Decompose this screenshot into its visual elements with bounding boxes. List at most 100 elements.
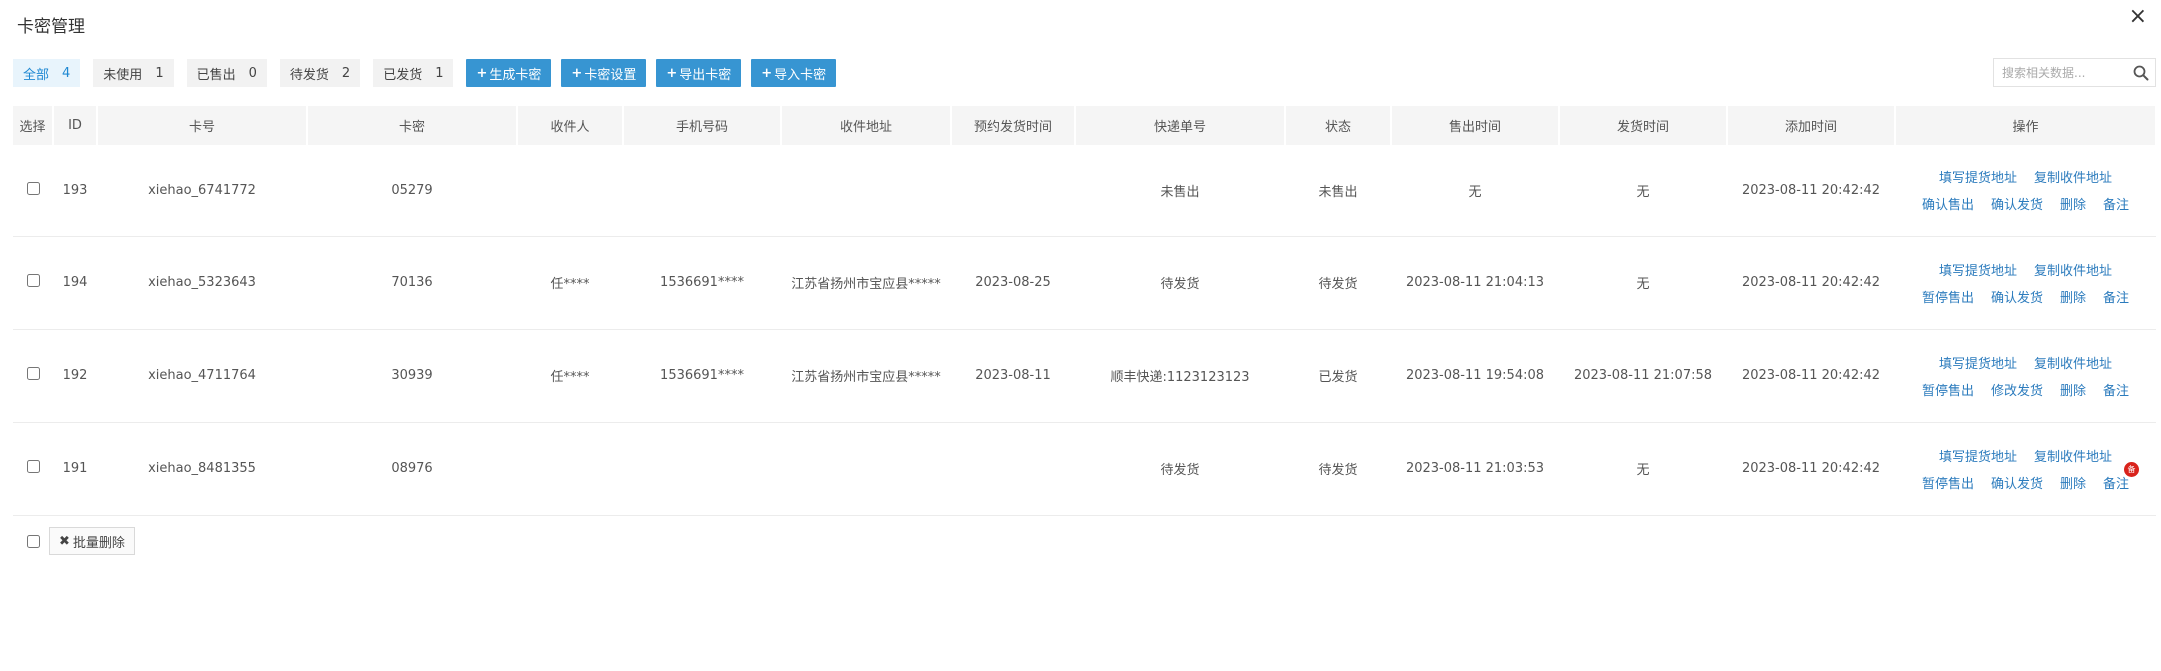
generate-card-button[interactable]: + 生成卡密 — [466, 59, 552, 87]
sold-time-cell: 2023-08-11 21:03:53 — [1391, 422, 1559, 516]
button-label: 导入卡密 — [774, 67, 827, 83]
column-header: 收件地址 — [781, 106, 952, 145]
column-header: 卡号 — [97, 106, 308, 145]
card-no-cell: xiehao_6741772 — [97, 145, 307, 237]
search-icon[interactable] — [2133, 65, 2149, 81]
scheduled-cell: 2023-08-11 — [951, 329, 1075, 423]
plus-icon: + — [571, 65, 583, 81]
recipient-cell — [517, 422, 623, 516]
status-cell: 未售出 — [1285, 145, 1391, 237]
card-no-cell: xiehao_4711764 — [97, 329, 307, 423]
filter-tab-unused[interactable]: 未使用 1 — [93, 59, 174, 87]
column-header: 状态 — [1285, 106, 1392, 145]
phone-cell: 1536691**** — [623, 329, 781, 423]
filter-tab-label: 已发货 — [383, 67, 423, 83]
filter-tab-sold[interactable]: 已售出 0 — [186, 59, 267, 87]
pause-sale-link[interactable]: 暂停售出 — [1922, 473, 1974, 492]
row-checkbox[interactable] — [26, 460, 40, 473]
note-link[interactable]: 备注 — [2103, 194, 2129, 213]
column-header: 卡密 — [307, 106, 518, 145]
table-row: 192 xiehao_4711764 30939 任**** 1536691**… — [13, 329, 2156, 423]
column-header: 选择 — [13, 106, 54, 145]
copy-recipient-address-link[interactable]: 复制收件地址 — [2034, 260, 2112, 279]
import-card-button[interactable]: + 导入卡密 — [751, 59, 837, 87]
copy-recipient-address-link[interactable]: 复制收件地址 — [2034, 446, 2112, 465]
confirm-ship-link[interactable]: 确认发货 — [1991, 473, 2043, 492]
scheduled-cell — [951, 145, 1075, 237]
note-link[interactable]: 备注 — [2103, 380, 2129, 399]
row-checkbox[interactable] — [26, 367, 40, 380]
status-cell: 待发货 — [1285, 236, 1391, 330]
phone-cell — [623, 422, 781, 516]
ops-cell: 填写提货地址 复制收件地址 确认售出 确认发货 删除 备注 — [1895, 145, 2156, 237]
column-header: 预约发货时间 — [951, 106, 1076, 145]
sold-time-cell: 无 — [1391, 145, 1559, 237]
fill-pickup-address-link[interactable]: 填写提货地址 — [1939, 446, 2017, 465]
row-checkbox[interactable] — [26, 181, 40, 195]
note-badge: 备 — [2124, 461, 2140, 477]
ops-cell: 填写提货地址 复制收件地址 暂停售出 修改发货 删除 备注 — [1895, 329, 2156, 423]
card-settings-button[interactable]: + 卡密设置 — [561, 59, 647, 87]
tracking-cell: 待发货 — [1075, 422, 1285, 516]
ship-time-cell: 2023-08-11 21:07:58 — [1559, 329, 1727, 423]
select-cell — [13, 422, 53, 516]
filter-tab-pending[interactable]: 待发货 2 — [279, 59, 361, 87]
confirm-sold-link[interactable]: 确认售出 — [1922, 194, 1974, 213]
search-input[interactable] — [1994, 59, 2124, 86]
table-header-row: 选择 ID 卡号 卡密 收件人 手机号码 收件地址 预约发货时间 快递单号 状态… — [13, 106, 2157, 145]
modify-ship-link[interactable]: 修改发货 — [1991, 380, 2043, 399]
close-icon[interactable]: × — [2129, 6, 2147, 28]
plus-icon: + — [666, 65, 678, 81]
table-row: 194 xiehao_5323643 70136 任**** 1536691**… — [13, 236, 2156, 330]
batch-delete-button[interactable]: ✖ 批量删除 — [49, 527, 135, 555]
copy-recipient-address-link[interactable]: 复制收件地址 — [2034, 353, 2112, 372]
row-checkbox[interactable] — [26, 274, 40, 287]
plus-icon: + — [761, 65, 773, 81]
pause-sale-link[interactable]: 暂停售出 — [1922, 380, 1974, 399]
fill-pickup-address-link[interactable]: 填写提货地址 — [1939, 167, 2017, 186]
note-link[interactable]: 备注 — [2103, 287, 2129, 306]
id-cell: 193 — [53, 145, 97, 237]
filter-tab-shipped[interactable]: 已发货 1 — [373, 59, 454, 87]
pause-sale-link[interactable]: 暂停售出 — [1922, 287, 1974, 306]
card-no-cell: xiehao_8481355 — [97, 422, 307, 516]
filter-tab-label: 全部 — [23, 67, 50, 83]
close-x-icon: ✖ — [59, 533, 70, 549]
export-card-button[interactable]: + 导出卡密 — [656, 59, 742, 87]
filter-tab-all[interactable]: 全部 4 — [13, 59, 81, 87]
fill-pickup-address-link[interactable]: 填写提货地址 — [1939, 260, 2017, 279]
button-label: 生成卡密 — [489, 67, 542, 83]
status-cell: 已发货 — [1285, 329, 1391, 423]
column-header: 快递单号 — [1075, 106, 1286, 145]
address-cell: 江苏省扬州市宝应县***** — [781, 329, 951, 423]
filter-tab-count: 0 — [248, 65, 257, 81]
scheduled-cell: 2023-08-25 — [951, 236, 1075, 330]
select-all-checkbox[interactable] — [27, 534, 40, 548]
added-time-cell: 2023-08-11 20:42:42 — [1727, 329, 1895, 423]
recipient-cell: 任**** — [517, 329, 623, 423]
tracking-cell: 顺丰快递:1123123123 — [1075, 329, 1285, 423]
filter-tab-label: 未使用 — [103, 67, 143, 83]
filter-tab-count: 4 — [62, 65, 71, 81]
confirm-ship-link[interactable]: 确认发货 — [1991, 287, 2043, 306]
note-link[interactable]: 备注 — [2103, 477, 2129, 492]
secret-cell: 05279 — [307, 145, 517, 237]
ops-cell: 填写提货地址 复制收件地址 暂停售出 确认发货 删除 备注 — [1895, 236, 2156, 330]
fill-pickup-address-link[interactable]: 填写提货地址 — [1939, 353, 2017, 372]
toolbar: 全部 4 未使用 1 已售出 0 待发货 2 已发货 1 + 生成卡密 + 卡密… — [13, 59, 846, 87]
delete-link[interactable]: 删除 — [2060, 194, 2086, 213]
delete-link[interactable]: 删除 — [2060, 287, 2086, 306]
ops-cell: 填写提货地址 复制收件地址 暂停售出 确认发货 删除 备注 备 — [1895, 422, 2156, 516]
filter-tab-count: 1 — [155, 65, 164, 81]
column-header: 收件人 — [517, 106, 624, 145]
delete-link[interactable]: 删除 — [2060, 473, 2086, 492]
delete-link[interactable]: 删除 — [2060, 380, 2086, 399]
id-cell: 192 — [53, 329, 97, 423]
copy-recipient-address-link[interactable]: 复制收件地址 — [2034, 167, 2112, 186]
address-cell — [781, 145, 951, 237]
button-label: 卡密设置 — [584, 67, 637, 83]
address-cell: 江苏省扬州市宝应县***** — [781, 236, 951, 330]
ship-time-cell: 无 — [1559, 236, 1727, 330]
table-row: 191 xiehao_8481355 08976 待发货 待发货 2023-08… — [13, 422, 2156, 516]
confirm-ship-link[interactable]: 确认发货 — [1991, 194, 2043, 213]
